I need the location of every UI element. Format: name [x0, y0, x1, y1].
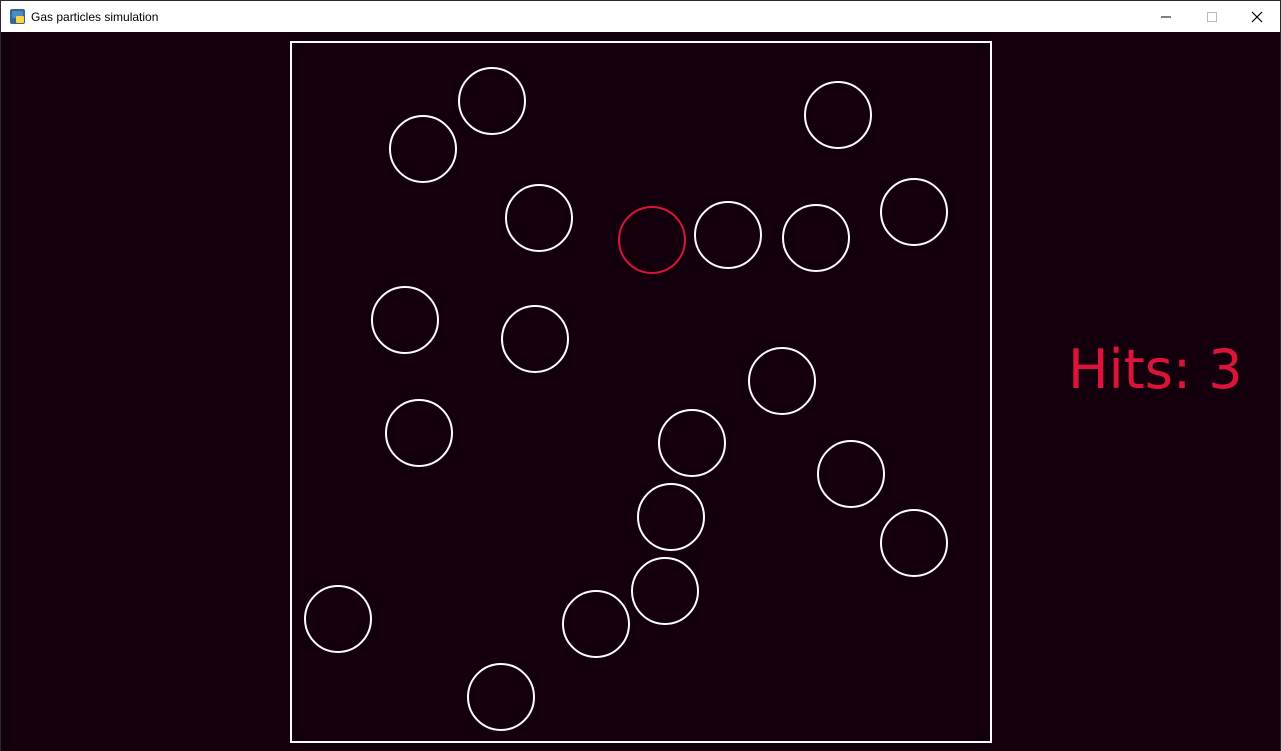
maximize-button[interactable] — [1189, 1, 1235, 32]
python-icon — [10, 9, 25, 24]
particle — [748, 347, 816, 415]
particle — [880, 509, 948, 577]
particle — [880, 178, 948, 246]
particle — [385, 399, 453, 467]
particle — [694, 201, 762, 269]
particle-highlighted — [618, 206, 686, 274]
hits-counter: Hits: 3 — [1068, 338, 1243, 401]
particle — [501, 305, 569, 373]
close-icon — [1251, 11, 1263, 22]
maximize-icon — [1207, 11, 1217, 22]
particle — [804, 81, 872, 149]
particle — [631, 557, 699, 625]
particle — [637, 483, 705, 551]
window-title: Gas particles simulation — [31, 10, 159, 24]
particle — [371, 286, 439, 354]
particle — [562, 590, 630, 658]
particle — [782, 204, 850, 272]
particle — [304, 585, 372, 653]
app-window: Gas particles simulation Hits: 3 — [0, 0, 1281, 751]
particle — [658, 409, 726, 477]
particle — [389, 115, 457, 183]
particle — [817, 440, 885, 508]
minimize-icon — [1161, 16, 1171, 17]
particle — [467, 663, 535, 731]
particle — [505, 184, 573, 252]
particle — [458, 67, 526, 135]
container-box — [290, 41, 992, 743]
minimize-button[interactable] — [1143, 1, 1189, 32]
title-bar[interactable]: Gas particles simulation — [1, 1, 1280, 32]
close-button[interactable] — [1234, 1, 1280, 32]
simulation-canvas[interactable]: Hits: 3 — [1, 32, 1280, 751]
